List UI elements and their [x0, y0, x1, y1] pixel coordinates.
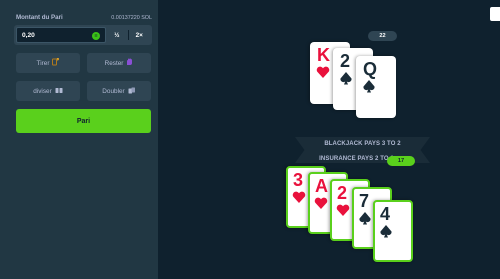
- dealer-card-3: Q: [356, 56, 396, 118]
- balance-value: 0.00137220 SOL: [111, 14, 152, 21]
- stand-hand-icon: [126, 58, 133, 68]
- spade-suit-icon: [363, 80, 375, 93]
- split-button[interactable]: diviser: [16, 81, 80, 101]
- bet-amount-value: 0,20: [22, 31, 35, 39]
- split-label: diviser: [33, 87, 52, 95]
- bet-amount-label: Montant du Pari: [16, 14, 63, 21]
- bet-amount-control: 0,20 ≡ ½ 2×: [14, 25, 152, 45]
- double-bet-button[interactable]: 2×: [129, 27, 151, 43]
- card-rank: K: [317, 45, 330, 65]
- card-rank: A: [315, 176, 328, 196]
- bet-header: Montant du Pari 0.00137220 SOL: [16, 14, 152, 21]
- solana-coin-icon: ≡: [92, 31, 100, 40]
- hit-label: Tirer: [36, 59, 50, 67]
- brand-logo-icon: [490, 7, 500, 21]
- double-cards-icon: [128, 87, 136, 96]
- dealer-total-badge: 22: [368, 31, 397, 41]
- player-total-badge: 17: [387, 156, 415, 166]
- hit-card-icon: [52, 58, 60, 68]
- half-bet-button[interactable]: ½: [106, 27, 128, 43]
- split-cards-icon: [55, 87, 63, 96]
- hit-button[interactable]: Tirer: [16, 53, 80, 73]
- bet-amount-input[interactable]: 0,20 ≡: [16, 27, 106, 43]
- double-down-button[interactable]: Doubler: [87, 81, 151, 101]
- card-rank: 2: [340, 51, 351, 71]
- double-down-label: Doubler: [102, 87, 125, 95]
- heart-suit-icon: [314, 197, 328, 209]
- stand-button[interactable]: Rester: [87, 53, 151, 73]
- spade-suit-icon: [359, 212, 371, 225]
- place-bet-button[interactable]: Pari: [16, 109, 151, 133]
- heart-suit-icon: [336, 204, 350, 216]
- card-rank: Q: [363, 59, 378, 79]
- stand-label: Rester: [104, 59, 124, 67]
- card-rank: 4: [380, 204, 391, 224]
- heart-suit-icon: [316, 66, 330, 78]
- player-card-5: 4: [373, 200, 413, 262]
- spade-suit-icon: [380, 225, 392, 238]
- spade-suit-icon: [340, 72, 352, 85]
- card-rank: 3: [293, 170, 304, 190]
- heart-suit-icon: [292, 191, 306, 203]
- bet-panel: Montant du Pari 0.00137220 SOL 0,20 ≡ ½ …: [0, 0, 158, 279]
- card-rank: 2: [337, 183, 348, 203]
- blackjack-payout-text: BLACKJACK PAYS 3 TO 2: [324, 141, 401, 147]
- card-rank: 7: [359, 191, 370, 211]
